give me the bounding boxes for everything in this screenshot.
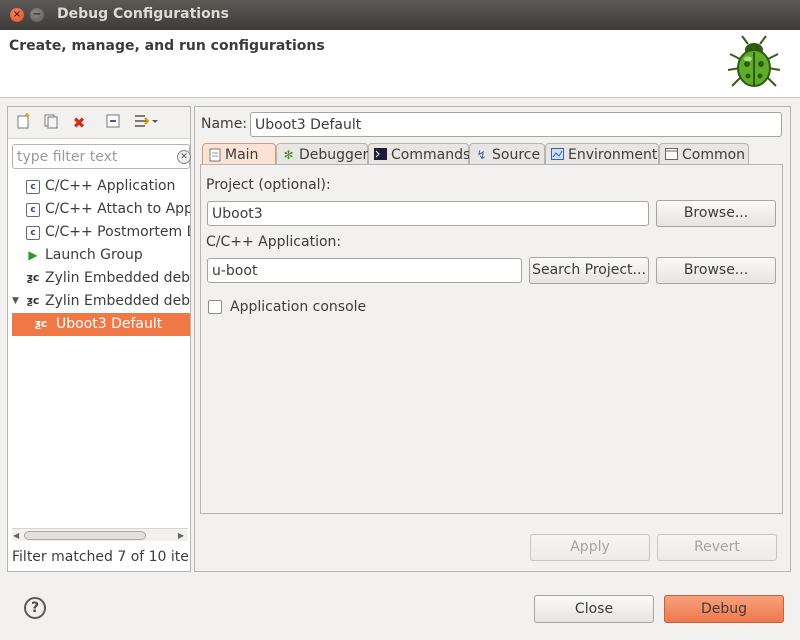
commands-tab-icon [374,148,387,162]
config-tree: c C/C++ Application c C/C++ Attach to Ap… [8,175,190,535]
tree-item-label: C/C++ Postmortem Debugger [45,224,190,240]
zylin-icon: ƺc [26,271,40,284]
tab-label: Source [492,147,541,163]
close-button[interactable]: Close [534,595,654,623]
application-console-label: Application console [230,299,367,315]
dialog-header: Create, manage, and run configurations [0,30,800,98]
filter-status: Filter matched 7 of 10 items [12,549,190,565]
config-name-input[interactable] [250,112,782,137]
common-tab-icon [665,148,678,162]
application-label: C/C++ Application: [206,234,342,250]
tree-item-label: Launch Group [45,247,143,263]
tab-common[interactable]: Common [659,143,749,165]
scrollbar-thumb[interactable] [24,531,146,540]
duplicate-icon[interactable] [41,113,61,133]
tab-commands[interactable]: Commands [368,143,471,165]
application-console-checkbox[interactable] [208,300,222,314]
tab-label: Main [225,147,259,163]
main-tab-icon [208,148,221,162]
application-browse-button[interactable]: Browse... [656,257,776,284]
revert-button[interactable]: Revert [657,534,777,561]
config-tabs: Main ✻ Debugger Commands ↯ Source Enviro… [202,143,762,165]
launch-group-icon: ▶ [28,248,38,262]
tab-label: Environment [568,147,658,163]
c-app-icon: c [26,226,40,240]
tree-item-zylin-cygwin[interactable]: ƺc Zylin Embedded debug (Cygwin) [8,267,190,290]
filter-input[interactable] [12,144,190,169]
dialog-subtitle: Create, manage, and run configurations [9,38,325,54]
tree-item-launch-group[interactable]: ▶ Launch Group [8,244,190,267]
collapse-all-icon[interactable] [103,113,123,133]
tab-label: Debugger [299,147,369,163]
help-icon[interactable]: ? [24,597,46,619]
window-minimize-button[interactable]: − [30,8,44,22]
scroll-left-icon[interactable]: ◀ [13,529,19,542]
apply-button[interactable]: Apply [530,534,650,561]
c-app-icon: c [26,203,40,217]
tree-horizontal-scrollbar[interactable]: ◀ ▶ [12,528,188,541]
project-browse-button[interactable]: Browse... [656,200,776,227]
tab-main[interactable]: Main [202,143,276,165]
tab-environment[interactable]: Environment [545,143,659,165]
tree-item-zylin-native[interactable]: ▼ ƺc Zylin Embedded debug (Native) [8,290,190,313]
environment-tab-icon [551,148,564,162]
delete-icon[interactable]: ✖ [69,113,89,133]
c-app-icon: c [26,180,40,194]
zylin-config-icon: ƺc [34,317,48,330]
bug-icon [727,35,781,87]
debug-button[interactable]: Debug [664,595,784,623]
tree-item-c-postmortem[interactable]: c C/C++ Postmortem Debugger [8,221,190,244]
new-config-icon[interactable] [13,113,33,133]
title-bar: × − Debug Configurations [0,0,800,30]
expand-arrow-icon[interactable]: ▼ [12,290,19,313]
clear-filter-icon[interactable]: ✕ [177,150,191,164]
window-close-button[interactable]: × [10,8,24,22]
tree-item-label: Uboot3 Default [56,316,163,332]
application-input[interactable] [207,258,522,283]
project-input[interactable] [207,201,649,226]
tree-item-label: Zylin Embedded debug (Native) [45,293,190,309]
tree-item-c-application[interactable]: c C/C++ Application [8,175,190,198]
name-label: Name: [201,116,248,132]
tree-item-label: C/C++ Application [45,178,176,194]
scroll-right-icon[interactable]: ▶ [178,529,184,542]
tree-item-c-attach[interactable]: c C/C++ Attach to Application [8,198,190,221]
tab-label: Common [682,147,746,163]
window-title: Debug Configurations [57,6,229,22]
filter-icon[interactable] [132,113,160,133]
tree-item-label: C/C++ Attach to Application [45,201,190,217]
tab-debugger[interactable]: ✻ Debugger [276,143,368,165]
debugger-tab-icon: ✻ [283,148,294,162]
tree-item-uboot3-default[interactable]: ƺc Uboot3 Default [12,313,190,336]
tree-item-label: Zylin Embedded debug (Cygwin) [45,270,190,286]
tab-source[interactable]: ↯ Source [469,143,545,165]
source-tab-icon: ↯ [476,148,487,162]
project-label: Project (optional): [206,177,331,193]
zylin-icon: ƺc [26,294,40,307]
tree-toolbar: ✖ [8,107,190,139]
tab-label: Commands [391,147,471,163]
search-project-button[interactable]: Search Project... [529,257,649,284]
